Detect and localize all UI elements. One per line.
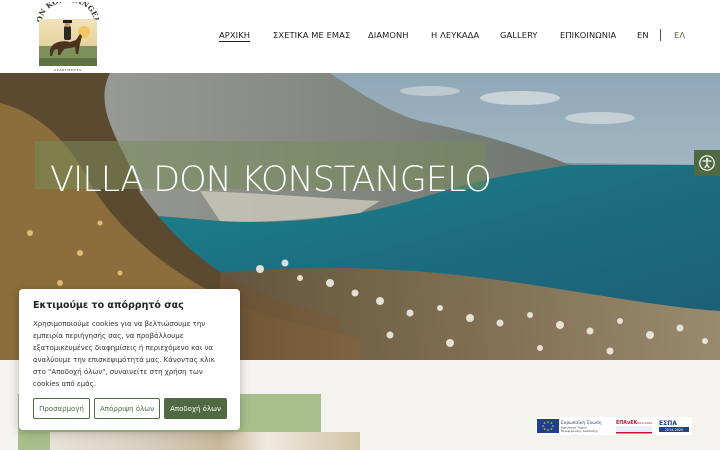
accessibility-button[interactable]	[694, 150, 720, 176]
lang-el-link[interactable]: ΕΛ	[674, 30, 685, 40]
cookie-reject-button[interactable]: Απόρριψη όλων	[94, 398, 160, 419]
lang-en-link[interactable]: EN	[637, 30, 649, 40]
espa-banner[interactable]: Ευρωπαϊκή Ένωση Ευρωπαϊκό Ταμείο Περιφερ…	[536, 417, 692, 435]
nav-item-home[interactable]: ΑΡΧΙΚΗ	[219, 30, 250, 40]
eu-dev-label: Περιφερειακής Ανάπτυξης	[561, 429, 598, 433]
accessibility-icon	[699, 155, 715, 171]
logo-subtitle: APARTMENTS	[54, 68, 82, 72]
hero-title: VILLA DON KONSTANGELO	[50, 160, 492, 200]
room-photo	[50, 432, 360, 450]
cookie-customize-button[interactable]: Προσαρμογή	[33, 398, 90, 419]
epanek-years: 2014-2020	[636, 421, 652, 425]
main-nav: ΑΡΧΙΚΗ ΣΧΕΤΙΚΑ ΜΕ ΕΜΑΣ ΔΙΑΜΟΝΗ Η ΛΕΥΚΑΔΑ…	[0, 30, 720, 44]
nav-item-gallery[interactable]: GALLERY	[500, 30, 538, 40]
epanek-label: ΕΠΑνΕΚ	[616, 420, 638, 426]
nav-item-contact[interactable]: ΕΠΙΚΟΙΝΩΝΙΑ	[560, 30, 616, 40]
espa-years: 2014-2020	[665, 428, 683, 432]
nav-item-about[interactable]: ΣΧΕΤΙΚΑ ΜΕ ΕΜΑΣ	[273, 30, 350, 40]
nav-item-lefkada[interactable]: Η ΛΕΥΚΑΔΑ	[431, 30, 479, 40]
nav-item-accommodation[interactable]: ΔΙΑΜΟΝΗ	[368, 30, 409, 40]
cookie-consent-dialog: Εκτιμούμε το απόρρητό σας Χρησιμοποιούμε…	[19, 289, 240, 430]
language-divider	[660, 29, 661, 41]
cookie-accept-button[interactable]: Αποδοχή όλων	[164, 398, 227, 419]
cookie-title: Εκτιμούμε το απόρρητό σας	[33, 300, 184, 311]
eu-flag-icon	[537, 419, 559, 433]
cookie-text: Χρησιμοποιούμε cookies για να βελτιώσουμ…	[33, 320, 215, 388]
espa-label: ΕΣΠΑ	[659, 420, 677, 427]
site-header: DON KONSTANGELO APARTMENTS ΑΡΧΙΚΗ ΣΧΕΤΙΚ…	[0, 0, 720, 73]
